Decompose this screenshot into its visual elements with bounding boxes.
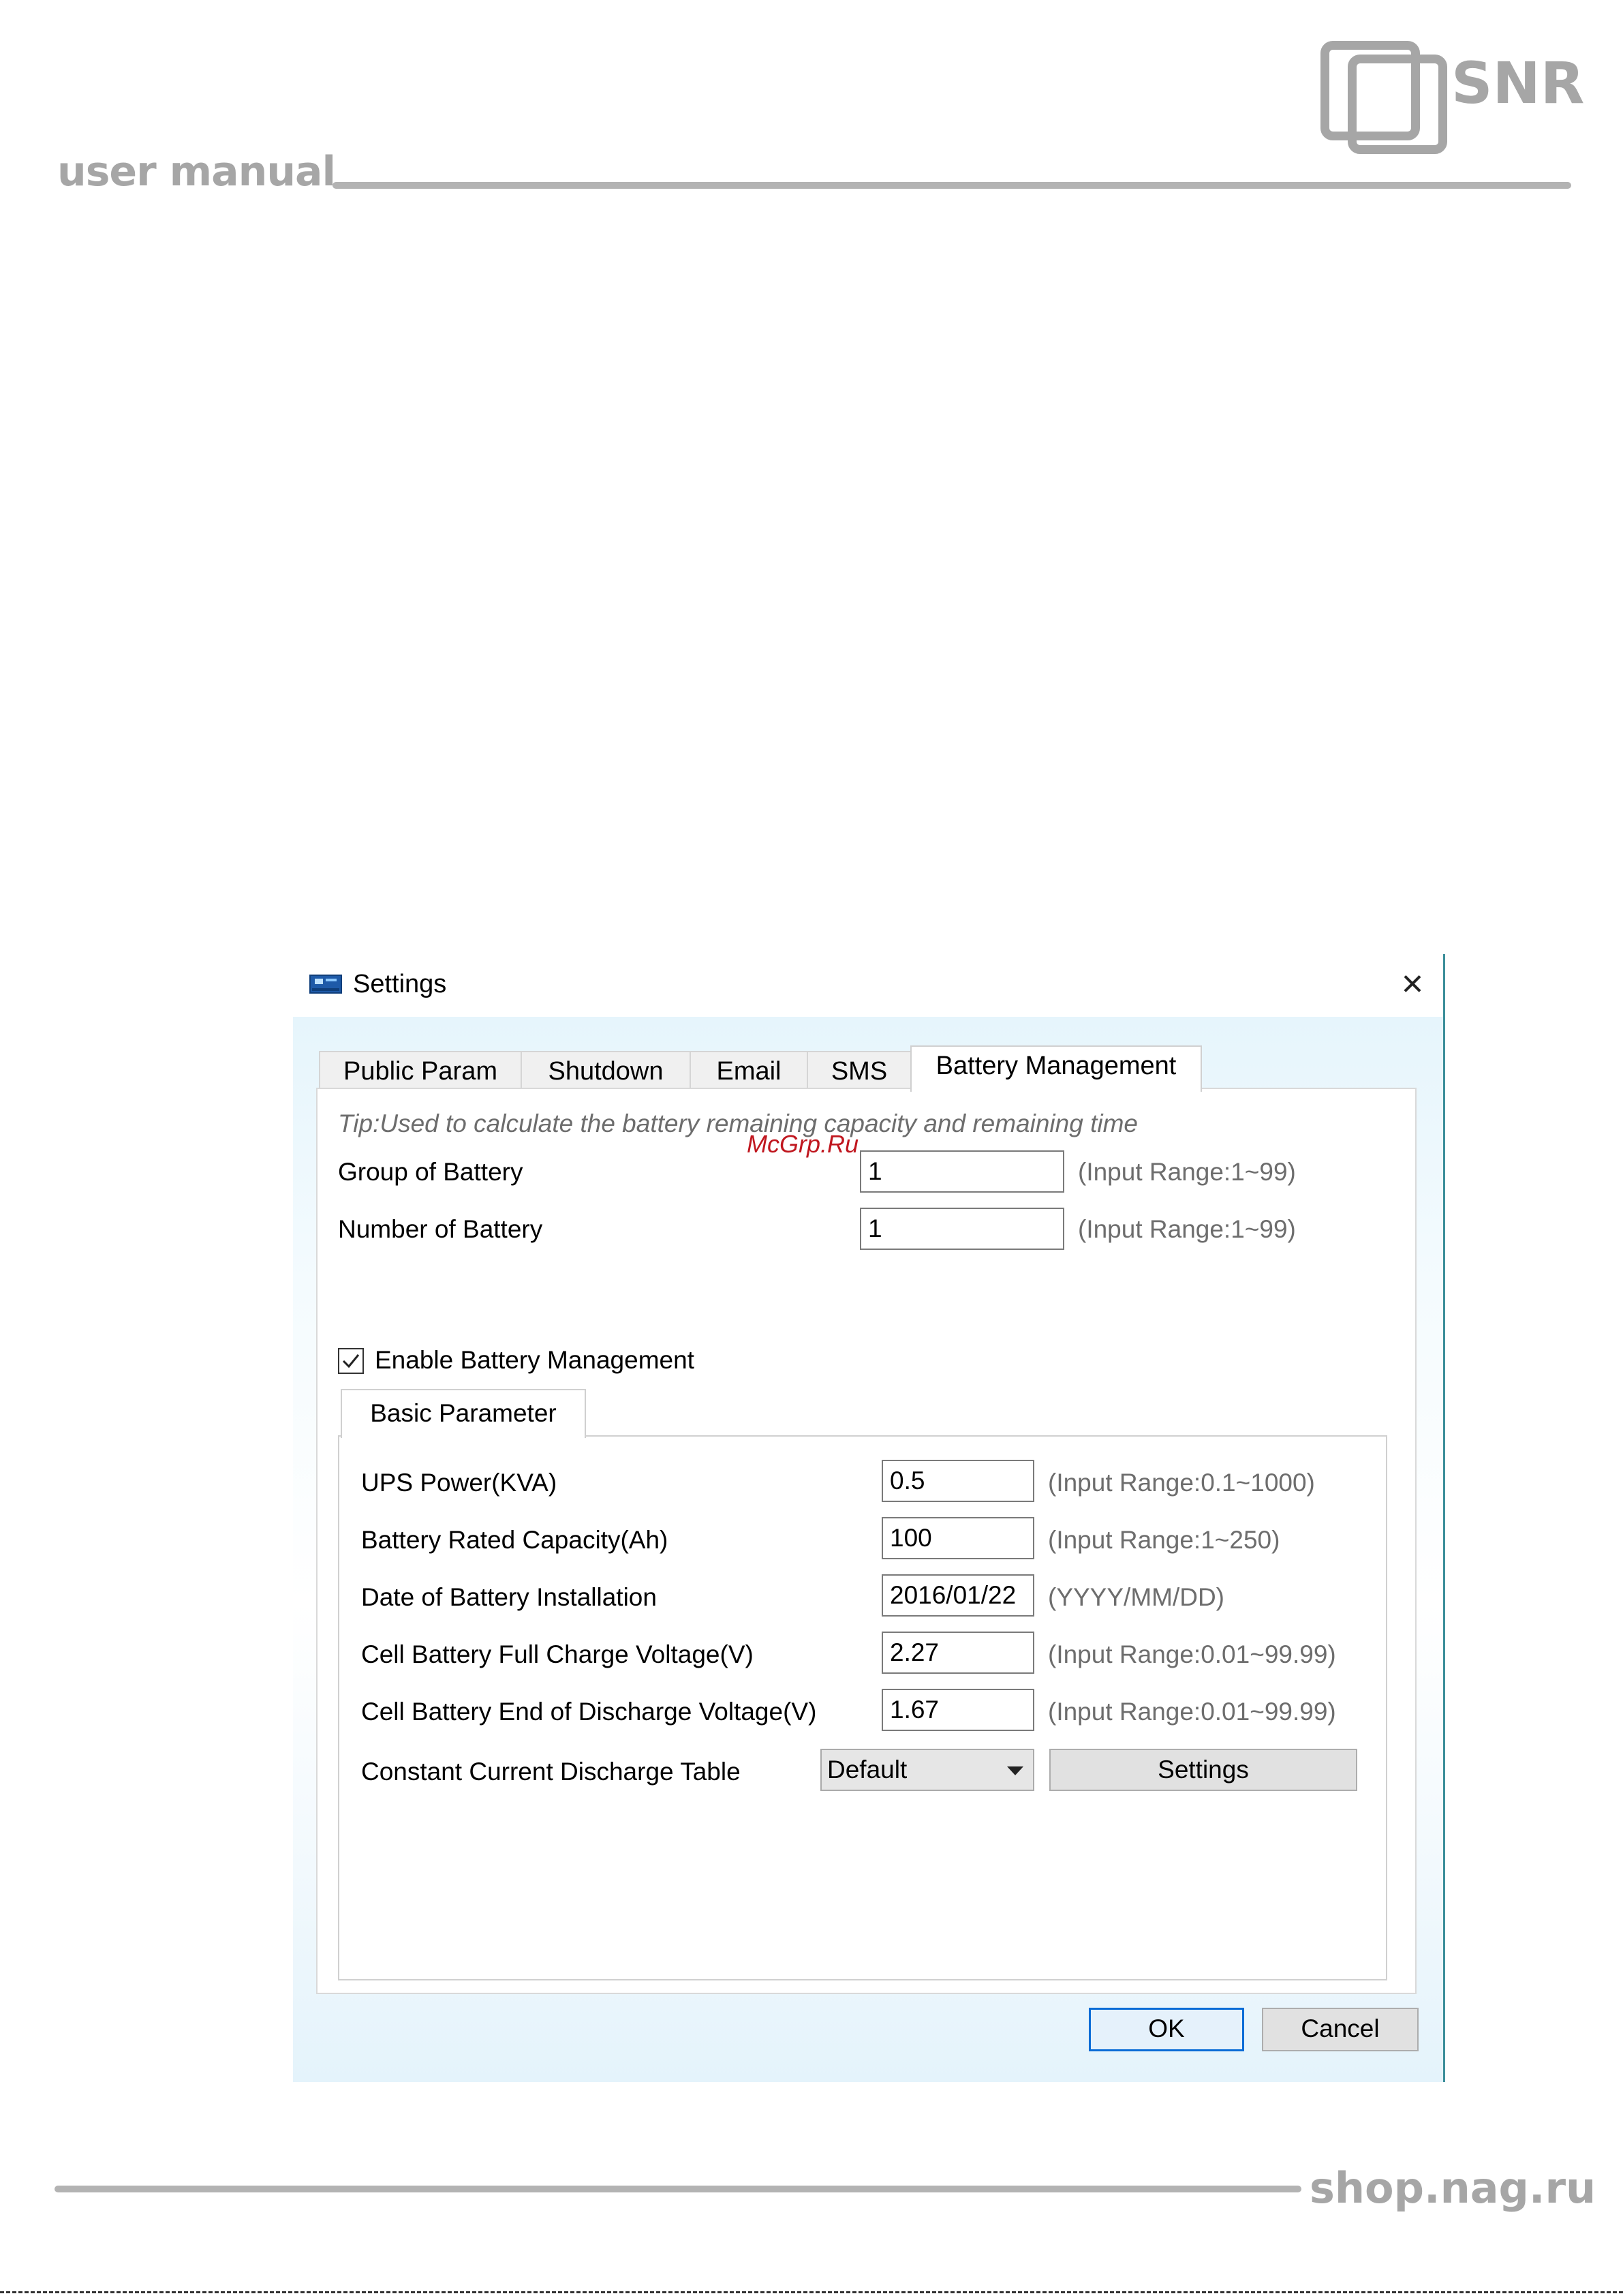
tab-sms[interactable]: SMS [807, 1051, 912, 1090]
dialog-client-area: Public Param Shutdown Email SMS Battery … [293, 1017, 1444, 2082]
logo-text: SNR [1451, 50, 1585, 117]
ups-power-input[interactable]: 0.5 [882, 1460, 1034, 1502]
battery-rated-capacity-label: Battery Rated Capacity(Ah) [361, 1526, 668, 1554]
settings-dialog: Settings × Public Param Shutdown Email S… [293, 953, 1444, 2082]
watermark: McGrp.Ru [747, 1130, 859, 1158]
group-of-battery-hint: (Input Range:1~99) [1078, 1158, 1296, 1186]
battery-rated-capacity-hint: (Input Range:1~250) [1048, 1526, 1280, 1554]
group-of-battery-input[interactable]: 1 [860, 1150, 1064, 1193]
footer-site: shop.nag.ru [1310, 2163, 1596, 2213]
group-of-battery-label: Group of Battery [338, 1158, 523, 1186]
full-charge-voltage-hint: (Input Range:0.01~99.99) [1048, 1640, 1336, 1668]
full-charge-voltage-input[interactable]: 2.27 [882, 1632, 1034, 1674]
page-header-title: user manual [57, 148, 336, 196]
tab-basic-parameter[interactable]: Basic Parameter [341, 1389, 586, 1438]
battery-installation-date-hint: (YYYY/MM/DD) [1048, 1583, 1224, 1611]
end-of-discharge-voltage-input[interactable]: 1.67 [882, 1689, 1034, 1731]
checkmark-icon [342, 1354, 360, 1368]
logo-square-front [1348, 55, 1447, 154]
tab-battery-management[interactable]: Battery Management [910, 1045, 1202, 1092]
discharge-table-value: Default [827, 1756, 908, 1784]
end-of-discharge-voltage-hint: (Input Range:0.01~99.99) [1048, 1698, 1336, 1726]
header-rule [333, 182, 1571, 189]
tip-text: Tip:Used to calculate the battery remain… [338, 1109, 1138, 1137]
discharge-settings-button[interactable]: Settings [1049, 1749, 1357, 1791]
title-bar: Settings × [293, 953, 1444, 1017]
enable-battery-management-label[interactable]: Enable Battery Management [375, 1345, 694, 1375]
enable-battery-management-checkbox[interactable] [338, 1348, 364, 1374]
basic-parameter-panel: UPS Power(KVA) 0.5 (Input Range:0.1~1000… [338, 1435, 1387, 1980]
chevron-down-icon [1007, 1766, 1023, 1775]
ok-button[interactable]: OK [1089, 2008, 1244, 2051]
end-of-discharge-voltage-label: Cell Battery End of Discharge Voltage(V) [361, 1698, 817, 1726]
ups-power-hint: (Input Range:0.1~1000) [1048, 1469, 1315, 1497]
battery-rated-capacity-input[interactable]: 100 [882, 1517, 1034, 1559]
discharge-table-select[interactable]: Default [820, 1749, 1034, 1791]
battery-management-panel: Tip:Used to calculate the battery remain… [316, 1088, 1417, 1994]
window-border-right [1443, 954, 1445, 2082]
discharge-table-label: Constant Current Discharge Table [361, 1758, 741, 1786]
number-of-battery-hint: (Input Range:1~99) [1078, 1215, 1296, 1243]
dialog-title: Settings [353, 970, 447, 998]
tab-shutdown[interactable]: Shutdown [521, 1051, 691, 1090]
cancel-button[interactable]: Cancel [1262, 2008, 1419, 2051]
full-charge-voltage-label: Cell Battery Full Charge Voltage(V) [361, 1640, 754, 1668]
page-bottom-edge [0, 2291, 1623, 2293]
number-of-battery-label: Number of Battery [338, 1215, 543, 1243]
app-icon [309, 975, 342, 994]
ups-power-label: UPS Power(KVA) [361, 1469, 557, 1497]
battery-installation-date-input[interactable]: 2016/01/22 [882, 1574, 1034, 1617]
snr-logo: SNR [1315, 35, 1584, 165]
battery-installation-date-label: Date of Battery Installation [361, 1583, 657, 1611]
tab-public-param[interactable]: Public Param [319, 1051, 522, 1090]
close-icon[interactable]: × [1391, 962, 1434, 1005]
tab-email[interactable]: Email [690, 1051, 808, 1090]
footer-rule [55, 2186, 1301, 2192]
number-of-battery-input[interactable]: 1 [860, 1208, 1064, 1250]
